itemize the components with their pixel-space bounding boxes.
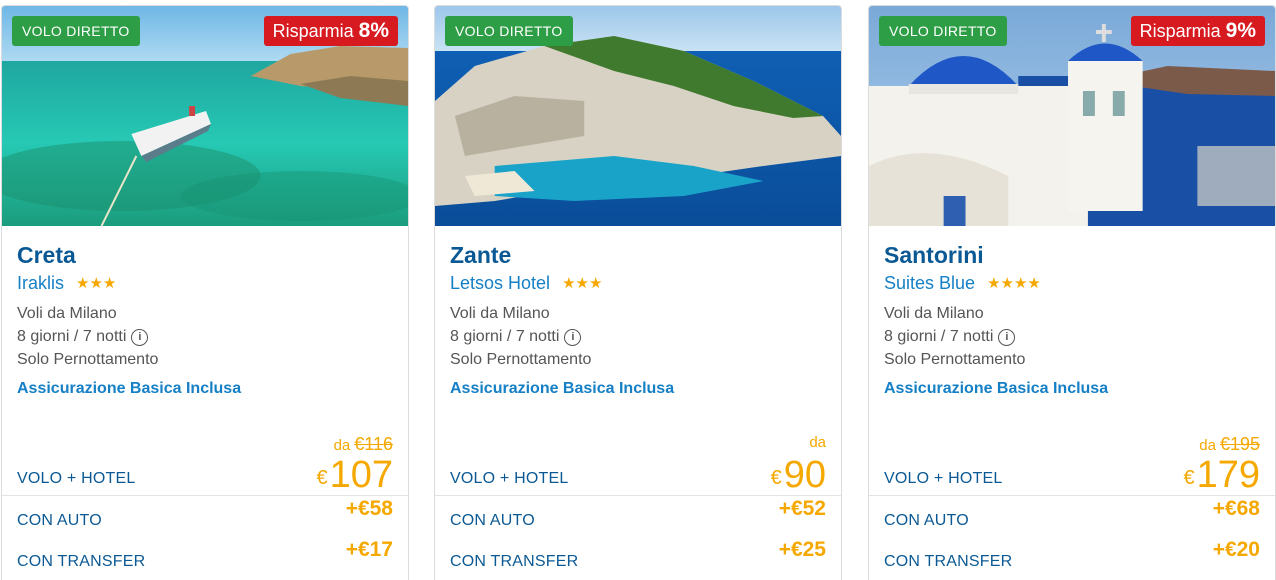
discount-badge: Risparmia 8% (263, 16, 398, 46)
info-icon[interactable]: i (564, 329, 582, 346)
hotel-name[interactable]: Iraklis (17, 273, 64, 293)
con-transfer-option[interactable]: CON TRANSFER (884, 553, 1012, 571)
discount-label: Risparmia (272, 21, 354, 41)
discount-percent: 9% (1225, 19, 1256, 42)
price-main[interactable]: €179 (1183, 454, 1260, 497)
con-auto-option[interactable]: CON AUTO (17, 512, 102, 530)
insurance-link[interactable]: Assicurazione Basica Inclusa (450, 380, 674, 398)
con-auto-option[interactable]: CON AUTO (450, 512, 535, 530)
divider (869, 495, 1275, 496)
currency-symbol: € (770, 467, 782, 489)
insurance-link[interactable]: Assicurazione Basica Inclusa (17, 380, 241, 398)
price-from: da €116 (334, 434, 393, 455)
destination-name[interactable]: Santorini (884, 242, 984, 269)
price-amount: 107 (329, 454, 393, 496)
price-amount: 90 (783, 454, 826, 496)
hotel-line: Suites Blue ★★★★ (884, 273, 1041, 294)
volo-hotel-option[interactable]: VOLO + HOTEL (884, 470, 1002, 488)
duration-info: 8 giorni / 7 notti i (450, 328, 582, 346)
board-info: Solo Pernottamento (17, 351, 159, 368)
currency-symbol: € (1183, 467, 1195, 489)
info-icon[interactable]: i (131, 329, 149, 346)
info-icon[interactable]: i (998, 329, 1016, 346)
star-rating-icon: ★★★ (562, 275, 603, 292)
con-auto-price[interactable]: +€52 (779, 497, 826, 521)
hotel-line: Letsos Hotel ★★★ (450, 273, 602, 294)
discount-badge: Risparmia 9% (1130, 16, 1265, 46)
divider (2, 495, 408, 496)
duration-text: 8 giorni / 7 notti (450, 328, 560, 345)
price-from: da €195 (1199, 434, 1260, 455)
volo-hotel-option[interactable]: VOLO + HOTEL (450, 470, 568, 488)
divider (435, 495, 841, 496)
con-transfer-option[interactable]: CON TRANSFER (450, 553, 578, 571)
direct-flight-badge: VOLO DIRETTO (445, 16, 573, 46)
discount-label: Risparmia (1139, 21, 1221, 41)
star-rating-icon: ★★★★ (987, 275, 1041, 292)
direct-flight-badge: VOLO DIRETTO (12, 16, 140, 46)
star-rating-icon: ★★★ (76, 275, 117, 292)
departure-info: Voli da Milano (450, 305, 550, 322)
con-transfer-option[interactable]: CON TRANSFER (17, 553, 145, 571)
old-price: €195 (1219, 434, 1260, 454)
discount-percent: 8% (358, 19, 389, 42)
departure-info: Voli da Milano (17, 305, 117, 322)
board-info: Solo Pernottamento (450, 351, 592, 368)
price-from: da (809, 434, 826, 451)
offer-card-creta[interactable]: VOLO DIRETTO Risparmia 8% Creta Iraklis ★… (1, 5, 409, 580)
volo-hotel-option[interactable]: VOLO + HOTEL (17, 470, 135, 488)
con-auto-price[interactable]: +€58 (346, 497, 393, 521)
direct-flight-badge: VOLO DIRETTO (879, 16, 1007, 46)
con-transfer-price[interactable]: +€20 (1213, 538, 1260, 562)
con-auto-price[interactable]: +€68 (1213, 497, 1260, 521)
price-from-label: da (1199, 437, 1216, 454)
old-price: €116 (354, 434, 393, 454)
con-auto-option[interactable]: CON AUTO (884, 512, 969, 530)
offer-card-zante[interactable]: VOLO DIRETTO Zante Letsos Hotel ★★★ Voli … (434, 5, 842, 580)
departure-info: Voli da Milano (884, 305, 984, 322)
duration-info: 8 giorni / 7 notti i (17, 328, 149, 346)
destination-name[interactable]: Zante (450, 242, 511, 269)
price-main[interactable]: €90 (771, 454, 826, 497)
currency-symbol: € (316, 467, 328, 489)
con-transfer-price[interactable]: +€25 (779, 538, 826, 562)
duration-text: 8 giorni / 7 notti (17, 328, 127, 345)
hotel-name[interactable]: Suites Blue (884, 273, 975, 293)
con-transfer-price[interactable]: +€17 (346, 538, 393, 562)
price-main[interactable]: €107 (316, 454, 393, 497)
price-from-label: da (809, 434, 826, 451)
hotel-line: Iraklis ★★★ (17, 273, 116, 294)
board-info: Solo Pernottamento (884, 351, 1026, 368)
duration-text: 8 giorni / 7 notti (884, 328, 994, 345)
destination-name[interactable]: Creta (17, 242, 76, 269)
duration-info: 8 giorni / 7 notti i (884, 328, 1016, 346)
price-from-label: da (333, 437, 351, 454)
price-amount: 179 (1196, 454, 1260, 496)
offer-card-santorini[interactable]: VOLO DIRETTO Risparmia 9% Santorini Suit… (868, 5, 1276, 580)
hotel-name[interactable]: Letsos Hotel (450, 273, 550, 293)
insurance-link[interactable]: Assicurazione Basica Inclusa (884, 380, 1108, 398)
